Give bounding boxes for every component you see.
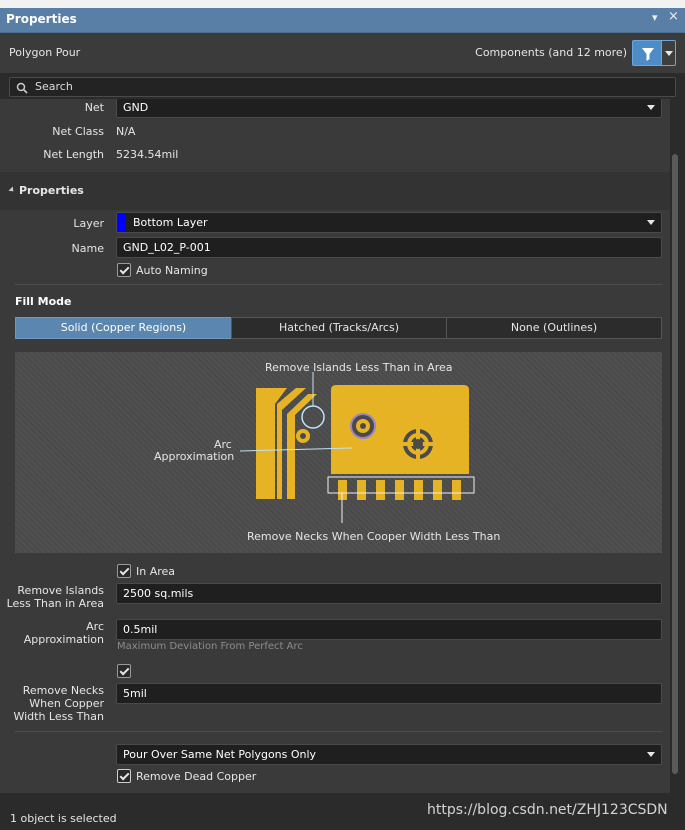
filter-button[interactable] [632,40,662,66]
remove-islands-field[interactable]: 2500 sq.mils [116,583,662,604]
collapse-triangle-icon [8,186,16,194]
net-label: Net [84,101,104,114]
copper-pour-illustration [239,372,475,523]
properties-section-header[interactable]: Properties [0,172,670,210]
filter-icon [642,48,654,61]
remove-islands-value: 2500 sq.mils [123,587,194,600]
layer-color-swatch [118,214,126,231]
chevron-down-icon [647,105,655,110]
auto-naming-label: Auto Naming [136,264,208,277]
remove-islands-label-line2: Less Than in Area [6,597,104,610]
arc-approx-value: 0.5mil [123,623,158,636]
watermark-text: https://blog.csdn.net/ZHJ123CSDN [427,802,668,818]
fill-mode-hatched-button[interactable]: Hatched (Tracks/Arcs) [231,317,447,339]
remove-dead-copper-label: Remove Dead Copper [136,770,257,783]
remove-necks-field[interactable]: 5mil [116,683,662,704]
auto-naming-checkbox[interactable] [117,263,131,277]
copper-finger [376,480,385,500]
net-dropdown[interactable]: GND [116,99,662,118]
selection-filter-label: Components (and 12 more) [475,46,627,59]
panel-titlebar: Properties ▾ × [0,0,685,33]
arc-approx-label-line2: Approximation [23,633,104,646]
remove-dead-copper-checkbox[interactable] [117,769,131,783]
copper-finger [357,480,366,500]
in-area-checkbox[interactable] [117,564,131,578]
search-icon [16,82,28,94]
copper-finger [395,480,404,500]
pour-over-value: Pour Over Same Net Polygons Only [123,748,317,761]
filter-dropdown-button[interactable] [662,40,676,66]
net-value: GND [123,101,149,114]
panel-title: Properties [6,12,77,26]
remove-necks-label-line1: Remove Necks [22,684,104,697]
properties-heading: Properties [19,184,84,197]
net-length-label: Net Length [43,148,104,161]
selection-status-text: 1 object is selected [10,812,117,825]
name-value: GND_L02_P-001 [123,241,211,254]
search-placeholder: Search [35,80,73,93]
pin-dropdown-icon[interactable]: ▾ [652,11,658,24]
object-type-label: Polygon Pour [9,46,81,59]
pour-over-dropdown[interactable]: Pour Over Same Net Polygons Only [116,744,662,765]
copper-finger [414,480,423,500]
arc-approx-field[interactable]: 0.5mil [116,619,662,640]
fill-mode-title: Fill Mode [15,295,72,308]
layer-value: Bottom Layer [133,216,208,229]
window-top-edge [0,0,685,8]
chevron-down-icon [647,752,655,757]
copper-finger [452,480,461,500]
name-field[interactable]: GND_L02_P-001 [116,237,662,258]
divider [15,731,662,732]
remove-islands-label-line1: Remove Islands [17,584,104,597]
remove-necks-label-line3: Width Less Than [13,710,104,723]
vertical-scrollbar[interactable] [670,99,685,793]
remove-necks-value: 5mil [123,687,147,700]
remove-necks-label-line2: When Copper [29,697,104,710]
layer-label: Layer [73,217,104,230]
copper-trace [287,394,317,499]
arc-approx-hint: Maximum Deviation From Perfect Arc [117,641,303,652]
search-input[interactable]: Search [9,77,676,97]
copper-finger [433,480,442,500]
net-class-value: N/A [116,125,136,138]
remove-necks-checkbox[interactable] [117,664,131,678]
panel-header: Polygon Pour Components (and 12 more) [0,33,685,73]
fill-mode-diagram: Remove Islands Less Than in Area Arc App… [15,352,662,553]
net-length-value: 5234.54mil [116,148,179,161]
chevron-down-icon [647,220,655,225]
divider [15,284,662,285]
status-bar: 1 object is selected https://blog.csdn.n… [0,793,685,830]
in-area-label: In Area [136,565,176,578]
layer-dropdown[interactable]: Bottom Layer [116,212,662,233]
arc-approx-label-line1: Arc [86,620,104,633]
titlebar-background [0,8,685,33]
fill-mode-none-button[interactable]: None (Outlines) [446,317,662,339]
fill-mode-solid-button[interactable]: Solid (Copper Regions) [15,317,232,339]
close-icon[interactable]: × [668,9,679,24]
net-class-label: Net Class [52,125,104,138]
name-label: Name [71,242,104,255]
scrollbar-thumb[interactable] [672,154,678,774]
properties-content[interactable]: Net GND Net Class N/A Net Length 5234.54… [0,99,670,793]
